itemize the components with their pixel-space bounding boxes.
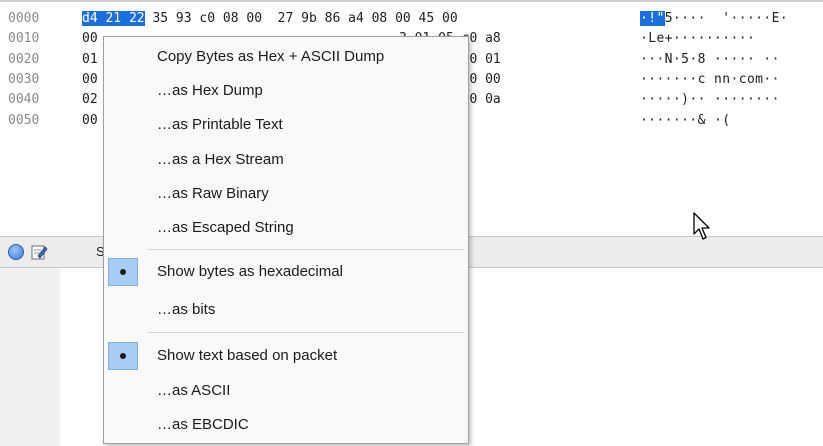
hex-offset: 0040 (8, 92, 40, 108)
menu-item-label: Copy Bytes as Hex + ASCII Dump (157, 48, 385, 65)
ascii-text: ···N·5·8 ····· ·· (640, 51, 780, 67)
hex-bytes-text: 00 (82, 31, 98, 47)
expert-info-icon[interactable] (8, 244, 24, 260)
selected-bytes[interactable]: d4 21 22 (82, 11, 145, 26)
hex-offset: 0050 (8, 112, 40, 128)
ascii-text: ·······& ·( (640, 112, 731, 128)
ascii-dump[interactable]: ·Le+·········· (640, 29, 755, 49)
hex-bytes-text: 01 (82, 51, 98, 67)
ascii-dump[interactable]: ···N·5·8 ····· ·· (640, 50, 780, 70)
menu-item-label: Show bytes as hexadecimal (157, 263, 343, 280)
menu-item-copy-1[interactable]: …as Hex Dump (104, 74, 468, 108)
hex-bytes[interactable]: 00 (82, 29, 98, 49)
ascii-dump[interactable]: ·····)·· ········ (640, 90, 780, 110)
ascii-text: ·Le+·········· (640, 31, 756, 47)
menu-item-label: …as a Hex Stream (157, 150, 284, 168)
menu-item-text-0[interactable]: Show text based on packet (104, 339, 468, 373)
ascii-dump[interactable]: ·······c nn·com·· (640, 70, 780, 90)
menu-item-copy-5[interactable]: …as Escaped String (104, 211, 468, 245)
menu-separator (148, 249, 464, 250)
ascii-text: ·····)·· ········ (640, 92, 780, 108)
radio-dot-icon (120, 353, 126, 359)
menu-item-bytes-1[interactable]: …as bits (104, 293, 468, 327)
menu-separator (148, 332, 464, 333)
radio-check-icon (108, 342, 138, 370)
menu-item-text-1[interactable]: …as ASCII (104, 374, 468, 408)
menu-item-bytes-0[interactable]: Show bytes as hexadecimal (104, 255, 468, 289)
mouse-cursor-icon (693, 212, 710, 240)
context-menu: Copy Bytes as Hex + ASCII Dump …as Hex Du… (103, 36, 469, 444)
menu-item-copy-4[interactable]: …as Raw Binary (104, 177, 468, 211)
radio-check-icon (108, 258, 138, 286)
hex-bytes-text: 00 (82, 71, 98, 87)
menu-item-copy-3[interactable]: …as a Hex Stream (104, 143, 468, 177)
ascii-dump[interactable]: ·······& ·( (640, 111, 731, 131)
hex-bytes[interactable]: 01 (82, 50, 98, 70)
radio-dot-icon (120, 269, 126, 275)
selected-ascii[interactable]: ·!" (640, 11, 665, 26)
hex-offset: 0000 (8, 11, 40, 26)
ascii-text: 5···· '·····E· (664, 11, 789, 26)
menu-item-text-2[interactable]: …as EBCDIC (104, 408, 468, 442)
hex-bytes-text: 00 (82, 112, 98, 128)
menu-item-label: …as bits (157, 301, 216, 318)
hex-offset: 0030 (8, 71, 40, 87)
menu-item-label: …as ASCII (157, 381, 231, 399)
hex-bytes[interactable]: 00 (82, 111, 98, 131)
menu-item-copy-2[interactable]: …as Printable Text (104, 108, 468, 142)
ascii-dump[interactable]: ·!"5···· '·····E· (640, 9, 788, 29)
edit-comment-icon[interactable] (30, 243, 48, 261)
hex-bytes[interactable]: d4 21 22 35 93 c0 08 00 27 9b 86 a4 08 0… (82, 9, 458, 29)
menu-item-label: …as Printable Text (157, 116, 283, 134)
hex-bytes-text: 35 93 c0 08 00 27 9b 86 a4 08 00 45 00 (144, 11, 458, 26)
ascii-text: ·······c nn·com·· (640, 71, 780, 87)
menu-item-copy-0[interactable]: Copy Bytes as Hex + ASCII Dump (104, 40, 468, 74)
hex-bytes-text: 02 (82, 92, 98, 108)
menu-item-label: …as Escaped String (157, 219, 294, 236)
menu-item-label: …as Hex Dump (157, 82, 263, 100)
menu-item-label: …as Raw Binary (157, 184, 269, 202)
hex-offset: 0010 (8, 31, 40, 47)
pane-top-border (0, 0, 823, 2)
menu-item-label: Show text based on packet (157, 347, 338, 364)
hex-bytes[interactable]: 00 (82, 70, 98, 90)
hex-offset: 0020 (8, 51, 40, 67)
hex-bytes[interactable]: 02 (82, 90, 98, 110)
menu-item-label: …as EBCDIC (157, 416, 249, 434)
